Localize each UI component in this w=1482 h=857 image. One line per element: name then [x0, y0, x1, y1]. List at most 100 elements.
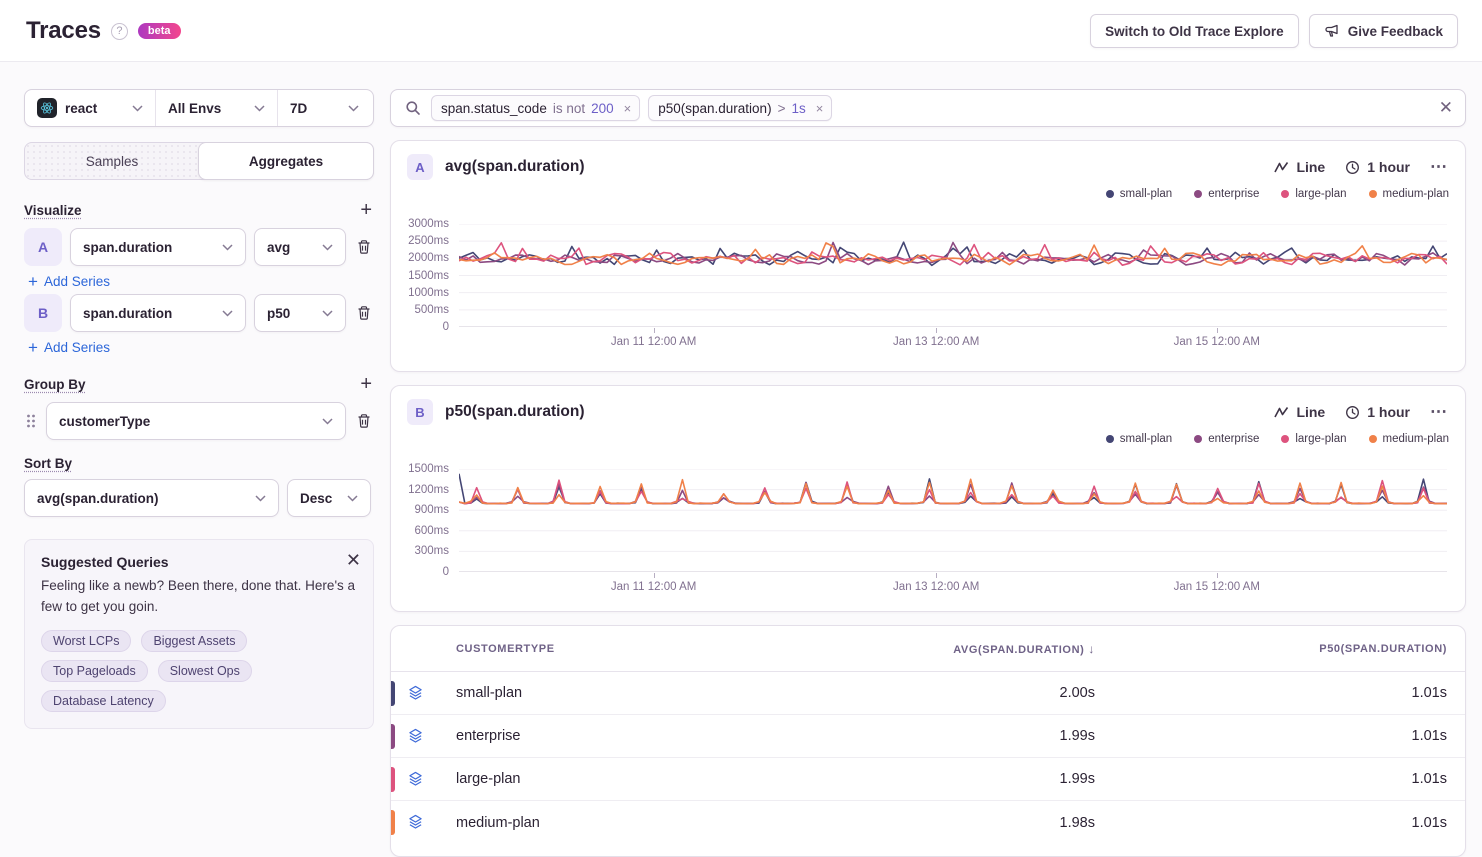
legend-label: enterprise [1208, 433, 1259, 445]
project-name: react [65, 101, 124, 116]
series-a-field-select[interactable]: span.duration [70, 228, 246, 266]
remove-token-icon[interactable]: × [812, 101, 828, 116]
series-a-aggregate-select[interactable]: avg [254, 228, 346, 266]
column-header-p50[interactable]: P50(SPAN.DURATION) [1113, 643, 1465, 655]
chart-panels: Aavg(span.duration)Line1 hour⋯small-plan… [390, 140, 1466, 612]
group-by-select[interactable]: customerType [46, 402, 346, 440]
layers-icon [408, 685, 423, 701]
table-row[interactable]: small-plan2.00s1.01s [391, 672, 1465, 715]
clear-search-icon[interactable]: ✕ [1439, 98, 1453, 118]
line-chart-icon [1274, 161, 1289, 174]
legend-item[interactable]: large-plan [1281, 188, 1346, 200]
row-name: medium-plan [391, 815, 783, 831]
suggested-query-chips: Worst LCPs Biggest Assets Top Pageloads Slo… [41, 630, 357, 712]
sort-field-select[interactable]: avg(span.duration) [24, 479, 279, 517]
suggested-query-chip[interactable]: Top Pageloads [41, 660, 148, 682]
search-filter-token[interactable]: span.status_codeis not200× [431, 95, 640, 121]
suggested-query-chip[interactable]: Slowest Ops [158, 660, 252, 682]
tab-aggregates[interactable]: Aggregates [198, 142, 374, 180]
legend-item[interactable]: small-plan [1106, 188, 1172, 200]
suggested-query-chip[interactable]: Worst LCPs [41, 630, 131, 652]
add-series-button[interactable]: + Add Series [28, 339, 110, 356]
interval-button[interactable]: 1 hour [1345, 159, 1410, 175]
clock-icon [1345, 160, 1360, 175]
y-axis-tick-label: 1500ms [391, 270, 449, 282]
chevron-down-icon [255, 495, 266, 502]
help-icon[interactable]: ? [111, 23, 128, 40]
suggested-query-chip[interactable]: Biggest Assets [141, 630, 247, 652]
y-axis-tick-label: 0 [391, 321, 449, 333]
drag-handle-icon[interactable] [24, 413, 38, 429]
chart-controls: Line 1 hour ⋯ [1274, 402, 1449, 422]
chart-more-icon[interactable]: ⋯ [1430, 157, 1449, 177]
environment-selector[interactable]: All Envs [155, 90, 277, 126]
series-b-aggregate-select[interactable]: p50 [254, 294, 346, 332]
chart-type-button[interactable]: Line [1274, 404, 1325, 420]
legend-item[interactable]: medium-plan [1369, 188, 1449, 200]
chart-legend: small-plan enterprise large-plan medium-pla… [391, 425, 1465, 445]
column-header-avg[interactable]: AVG(SPAN.DURATION)↓ [783, 642, 1113, 656]
search-bar[interactable]: span.status_codeis not200× p50(span.durat… [390, 89, 1466, 127]
legend-label: medium-plan [1383, 433, 1449, 445]
table-row[interactable]: enterprise1.99s1.01s [391, 715, 1465, 758]
trash-icon [356, 305, 372, 321]
legend-item[interactable]: medium-plan [1369, 433, 1449, 445]
top-bar: Traces ? beta Switch to Old Trace Explor… [0, 0, 1482, 62]
chevron-down-icon [132, 105, 143, 112]
plot-canvas: Jan 11 12:00 AMJan 13 12:00 AMJan 15 12:… [459, 224, 1447, 327]
search-icon [405, 100, 421, 116]
legend-item[interactable]: large-plan [1281, 433, 1346, 445]
interval-button[interactable]: 1 hour [1345, 404, 1410, 420]
row-avg-value: 2.00s [783, 685, 1113, 701]
results-table: CUSTOMERTYPE AVG(SPAN.DURATION)↓ P50(SPA… [390, 625, 1466, 857]
series-b-field-select[interactable]: span.duration [70, 294, 246, 332]
add-visualize-button[interactable]: + [358, 200, 374, 220]
add-group-by-button[interactable]: + [358, 374, 374, 394]
chart-plot-area: 3000ms2500ms2000ms1500ms1000ms500ms0Jan … [391, 224, 1465, 371]
tab-samples[interactable]: Samples [25, 143, 199, 179]
legend-dot [1106, 190, 1114, 198]
remove-token-icon[interactable]: × [620, 101, 636, 116]
delete-series-b-button[interactable] [354, 303, 374, 323]
suggested-query-chip[interactable]: Database Latency [41, 690, 166, 712]
interval-label: 1 hour [1367, 404, 1410, 420]
x-axis-tick [1217, 328, 1218, 333]
row-p50-value: 1.01s [1113, 771, 1465, 787]
legend-label: small-plan [1120, 433, 1172, 445]
sort-direction-select[interactable]: Desc [287, 479, 371, 517]
switch-old-explore-button[interactable]: Switch to Old Trace Explore [1090, 14, 1299, 48]
search-filter-token[interactable]: p50(span.duration)>1s× [648, 95, 832, 121]
add-series-button[interactable]: + Add Series [28, 273, 110, 290]
chevron-down-icon [347, 495, 358, 502]
give-feedback-button[interactable]: Give Feedback [1309, 14, 1458, 48]
y-axis-tick-label: 2500ms [391, 235, 449, 247]
row-name: large-plan [391, 771, 783, 787]
series-badge-a: A [24, 228, 62, 266]
chart-more-icon[interactable]: ⋯ [1430, 402, 1449, 422]
chart-type-button[interactable]: Line [1274, 159, 1325, 175]
close-icon[interactable]: ✕ [346, 550, 361, 571]
column-header-customertype[interactable]: CUSTOMERTYPE [391, 643, 783, 655]
table-row[interactable]: large-plan1.99s1.01s [391, 758, 1465, 801]
legend-item[interactable]: small-plan [1106, 433, 1172, 445]
legend-item[interactable]: enterprise [1194, 433, 1259, 445]
project-selector[interactable]: react [25, 90, 155, 126]
delete-group-by-button[interactable] [354, 411, 374, 431]
table-row[interactable]: medium-plan1.98s1.01s [391, 801, 1465, 844]
x-axis-tick-label: Jan 15 12:00 AM [1147, 336, 1287, 348]
date-range-selector[interactable]: 7D [277, 90, 371, 126]
series-b-aggregate-value: p50 [267, 306, 290, 321]
visualize-series-row-a: A span.duration avg [24, 228, 374, 266]
line-chart [459, 224, 1447, 327]
page-filter-bar: react All Envs 7D [24, 89, 374, 127]
delete-series-a-button[interactable] [354, 237, 374, 257]
row-color-bar [391, 810, 395, 835]
row-avg-value: 1.98s [783, 815, 1113, 831]
chart-series-badge: A [407, 154, 433, 180]
legend-dot [1194, 190, 1202, 198]
legend-dot [1369, 435, 1377, 443]
y-axis-tick-label: 1000ms [391, 287, 449, 299]
visualize-series-row-b: B span.duration p50 [24, 294, 374, 332]
legend-item[interactable]: enterprise [1194, 188, 1259, 200]
y-axis-tick-label: 2000ms [391, 252, 449, 264]
